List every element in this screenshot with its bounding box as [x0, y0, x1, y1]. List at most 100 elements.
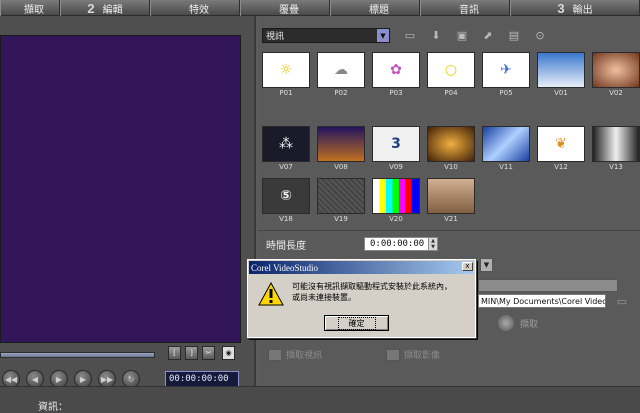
plane-icon: ✈ — [482, 52, 530, 88]
thumbnail-label: V09 — [389, 163, 403, 171]
capture-folder-field[interactable]: MIN\My Documents\Corel VideoStu — [478, 294, 606, 308]
map-icon: ☁ — [317, 52, 365, 88]
warning-icon — [258, 282, 284, 306]
thumbnail-label: V20 — [389, 215, 403, 223]
library-manager-icon[interactable]: ▤ — [506, 28, 522, 43]
thumbnail[interactable]: ☁ P02 — [317, 52, 365, 100]
capture-device-icon[interactable]: ▣ — [454, 28, 470, 43]
tab-label: 音訊 — [459, 4, 479, 16]
snapshot-button[interactable]: 擷取影像 — [386, 348, 440, 361]
duration-label: 時間長度 — [266, 241, 306, 252]
thumbnail-label: V12 — [554, 163, 568, 171]
close-icon[interactable]: x — [462, 262, 473, 271]
snapshot-label: 擷取影像 — [404, 351, 441, 361]
thumbnail[interactable]: V21 — [427, 178, 475, 226]
tab-capture[interactable]: 擷取 — [0, 0, 60, 16]
thumbnail[interactable]: V13 — [592, 126, 640, 174]
thumbnail[interactable]: ☼ P01 — [262, 52, 310, 100]
tab-effect[interactable]: 特效 — [150, 0, 240, 16]
capture-video-button[interactable]: 擷取視訊 — [268, 348, 322, 361]
thumbnail[interactable]: V19 — [317, 178, 365, 226]
chevron-down-icon: ▼ — [377, 29, 389, 42]
mark-in-button[interactable]: [ — [168, 346, 181, 360]
source-select[interactable] — [478, 279, 618, 292]
category-value: 視訊 — [266, 32, 285, 42]
mark-out-button[interactable]: ] — [185, 346, 198, 360]
thumbnail-label: V13 — [609, 163, 623, 171]
tab-edit[interactable]: 2 編輯 — [60, 0, 150, 16]
skyline-image — [317, 126, 365, 162]
tab-label: 輸出 — [572, 4, 593, 16]
monitor-image: 3 — [372, 126, 420, 162]
folder-icon[interactable]: ▭ — [614, 293, 630, 309]
chevron-down-icon[interactable]: ▼ — [480, 258, 493, 272]
thumbnail[interactable]: V11 — [482, 126, 530, 174]
thumbnail[interactable]: ✿ P03 — [372, 52, 420, 100]
cut-icon[interactable]: ✂ — [202, 346, 215, 360]
tab-overlay[interactable]: 覆疊 — [240, 0, 330, 16]
tab-label: 覆疊 — [279, 4, 299, 16]
thumbnail[interactable]: V10 — [427, 126, 475, 174]
tab-number: 2 — [87, 0, 95, 16]
options-icon[interactable]: ⊙ — [532, 28, 548, 43]
thumbnail-label: P04 — [444, 89, 458, 97]
thumbnail[interactable]: V20 — [372, 178, 420, 226]
tab-share[interactable]: 3 輸出 — [510, 0, 640, 16]
thumbnail[interactable]: V02 — [592, 52, 640, 100]
thumbnail-label: V07 — [279, 163, 293, 171]
tab-label: 擷取 — [24, 4, 44, 16]
thumbnail[interactable]: ⑤ V18 — [262, 178, 310, 226]
duration-field[interactable]: 0:00:00:00 — [364, 237, 436, 251]
capture-button[interactable]: 擷取 — [498, 315, 558, 331]
thumbnail-label: P02 — [334, 89, 348, 97]
thumbnail-label: V21 — [444, 215, 458, 223]
category-select[interactable]: 視訊 ▼ — [262, 28, 390, 43]
duration-spinner[interactable]: ▲ ▼ — [428, 237, 438, 251]
library-toolbar: 視訊 ▼ ▭ ⬇ ▣ ⬈ ▤ ⊙ — [258, 28, 640, 46]
thumbnail[interactable]: ⁂ V07 — [262, 126, 310, 174]
scrub-bar[interactable] — [0, 352, 155, 358]
camera-icon — [268, 348, 282, 361]
color-bars-image — [372, 178, 420, 214]
dialog-message: 可能沒有視訊擷取驅動程式安裝於此系統內， 或尚未連接裝置。 — [292, 281, 472, 303]
ok-label: 確定 — [337, 316, 376, 330]
flower-icon: ✿ — [372, 52, 420, 88]
thumbnail[interactable]: ○ P04 — [427, 52, 475, 100]
enlarge-icon[interactable]: ◉ — [222, 346, 235, 360]
capture-label: 擷取 — [520, 319, 539, 330]
people-image — [427, 178, 475, 214]
import-icon[interactable]: ⬇ — [428, 28, 444, 43]
thumbnail[interactable]: V01 — [537, 52, 585, 100]
thumbnail-label: V18 — [279, 215, 293, 223]
thumbnail[interactable]: ✈ P05 — [482, 52, 530, 100]
preview-screen — [0, 35, 241, 343]
step-tabs: 擷取 2 編輯 特效 覆疊 標題 音訊 3 輸出 — [0, 0, 640, 16]
thumbnail-label: P05 — [499, 89, 513, 97]
thumbnail-label: V08 — [334, 163, 348, 171]
tab-audio[interactable]: 音訊 — [420, 0, 510, 16]
sunset-image — [592, 52, 640, 88]
thumbnail[interactable]: 3 V09 — [372, 126, 420, 174]
thumbnail-label: V02 — [609, 89, 623, 97]
preview-player: [ ] ✂ ◉ ◀◀ ◀ ▶ ▶ ▶▶ ↻ 00:00:00:00 — [0, 16, 256, 388]
sky-image — [537, 52, 585, 88]
export-icon[interactable]: ⬈ — [480, 28, 496, 43]
folder-icon[interactable]: ▭ — [402, 28, 418, 43]
leaves-image: ❦ — [537, 126, 585, 162]
player-timecode[interactable]: 00:00:00:00 — [165, 371, 239, 387]
divider — [258, 230, 640, 231]
tab-title[interactable]: 標題 — [330, 0, 420, 16]
fire-image — [427, 126, 475, 162]
ok-button[interactable]: 確定 — [324, 315, 389, 331]
snapshot-icon — [386, 348, 400, 361]
thumbnail-label: P01 — [279, 89, 293, 97]
film-image — [592, 126, 640, 162]
info-bar: 資訊： — [0, 386, 640, 413]
noise-image — [317, 178, 365, 214]
tab-number: 3 — [557, 0, 565, 16]
night-city-image: ⁂ — [262, 126, 310, 162]
dialog-message-line: 或尚未連接裝置。 — [292, 293, 356, 302]
thumbnail[interactable]: V08 — [317, 126, 365, 174]
thumbnail[interactable]: ❦ V12 — [537, 126, 585, 174]
sun-icon: ☼ — [262, 52, 310, 88]
